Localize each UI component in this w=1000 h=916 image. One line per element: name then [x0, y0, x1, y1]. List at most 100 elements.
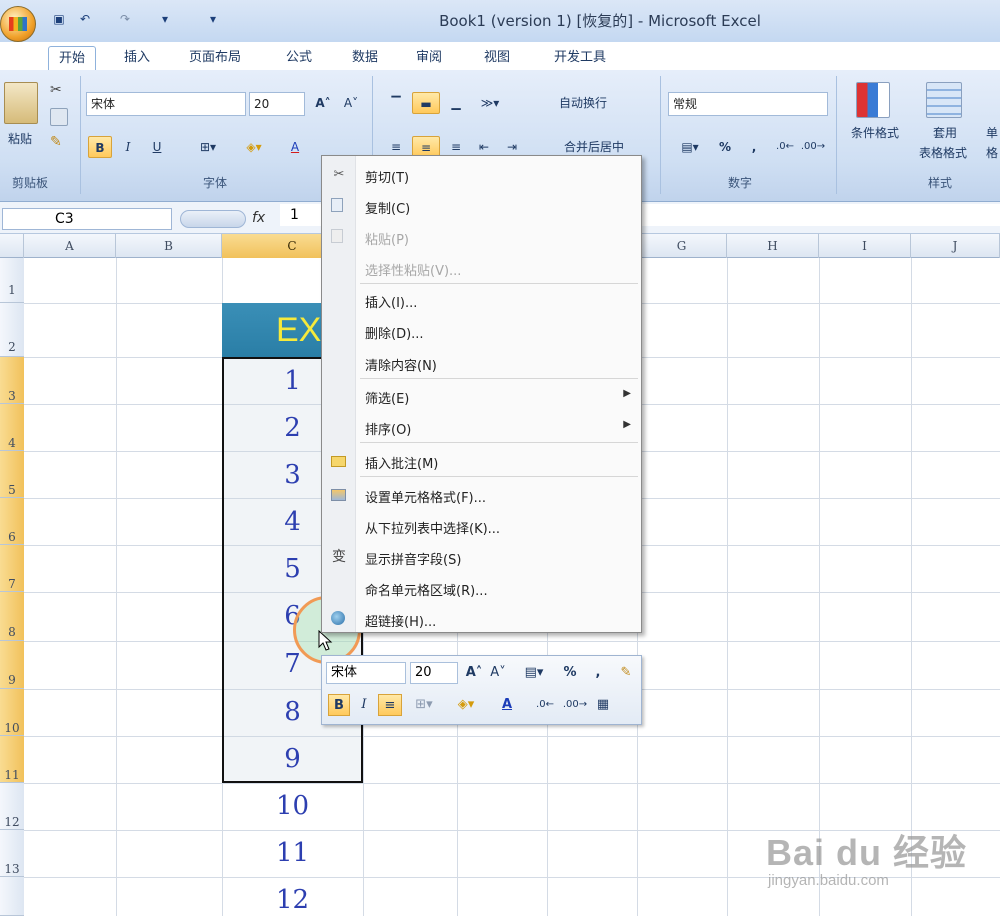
menu-item-filter[interactable]: 筛选(E) ▶	[322, 382, 641, 410]
merge-cells-icon[interactable]: ▦	[592, 694, 614, 716]
row-header-2[interactable]: 2	[0, 303, 24, 357]
row-header-9[interactable]: 9	[0, 641, 24, 689]
tab-insert[interactable]: 插入	[112, 46, 162, 70]
row-header-7[interactable]: 7	[0, 545, 24, 592]
copy-icon[interactable]	[50, 108, 68, 126]
row-header-5[interactable]: 5	[0, 451, 24, 498]
paste-button[interactable]: 粘贴	[0, 128, 40, 150]
format-as-table-label-2[interactable]: 表格格式	[906, 142, 980, 164]
conditional-formatting-button[interactable]: 条件格式	[840, 122, 910, 144]
row-header-11[interactable]: 11	[0, 736, 24, 783]
increase-decimal-icon[interactable]: .0←	[532, 694, 558, 716]
row-header-4[interactable]: 4	[0, 404, 24, 451]
column-header-b[interactable]: B	[116, 234, 222, 258]
format-painter-icon[interactable]: ✎	[616, 662, 636, 684]
paste-icon[interactable]	[4, 82, 38, 124]
conditional-formatting-icon[interactable]	[856, 82, 890, 118]
menu-item-clear-contents[interactable]: 清除内容(N)	[322, 349, 641, 377]
borders-icon[interactable]: ⊞▾	[194, 136, 222, 158]
mini-font-color-button[interactable]: A	[492, 694, 522, 716]
column-header-g[interactable]: G	[637, 234, 727, 258]
menu-item-cut[interactable]: ✂ 剪切(T)	[322, 161, 641, 189]
menu-item-pick-from-list[interactable]: 从下拉列表中选择(K)...	[322, 512, 641, 540]
format-as-table-label-1[interactable]: 套用	[920, 122, 970, 144]
column-header-i[interactable]: I	[819, 234, 911, 258]
hyperlink-icon	[331, 611, 345, 625]
row-header-12[interactable]: 12	[0, 783, 24, 830]
align-top-icon[interactable]: ▔	[382, 92, 410, 114]
font-name-field[interactable]: 宋体	[86, 92, 246, 116]
shrink-font-icon[interactable]: A˅	[340, 92, 362, 114]
mini-percent-button[interactable]: %	[560, 662, 580, 684]
insert-function-button[interactable]: fx	[252, 210, 265, 226]
select-all-corner[interactable]	[0, 234, 24, 258]
grow-font-icon[interactable]: A˄	[312, 92, 334, 114]
align-middle-icon[interactable]: ▬	[412, 92, 440, 114]
align-bottom-icon[interactable]: ▁	[442, 92, 470, 114]
decrease-decimal-icon[interactable]: .00→	[562, 694, 588, 716]
row-header-1[interactable]: 1	[0, 258, 24, 303]
tab-formulas[interactable]: 公式	[274, 46, 324, 70]
cell-value[interactable]: 11	[222, 838, 363, 868]
mini-italic-button[interactable]: I	[354, 694, 374, 716]
menu-item-delete[interactable]: 删除(D)...	[322, 317, 641, 345]
percent-button[interactable]: %	[712, 136, 738, 158]
cell-styles-label-1[interactable]: 单	[984, 122, 1000, 144]
row-header-13[interactable]: 13	[0, 830, 24, 877]
number-format-field[interactable]: 常规	[668, 92, 828, 116]
tab-data[interactable]: 数据	[340, 46, 390, 70]
accounting-icon[interactable]: ▤▾	[672, 136, 708, 158]
increase-decimal-icon[interactable]: .0←	[772, 136, 798, 158]
menu-item-sort[interactable]: 排序(O) ▶	[322, 413, 641, 441]
formula-bar-expander[interactable]	[180, 210, 246, 228]
fill-color-icon[interactable]: ◈▾	[448, 694, 484, 716]
row-header-3[interactable]: 3	[0, 357, 24, 404]
tab-home[interactable]: 开始	[48, 46, 96, 70]
menu-item-insert[interactable]: 插入(I)...	[322, 286, 641, 314]
menu-item-insert-comment[interactable]: 插入批注(M)	[322, 447, 641, 475]
cell-value[interactable]: 9	[222, 744, 363, 774]
tab-review[interactable]: 审阅	[404, 46, 454, 70]
row-header-10[interactable]: 10	[0, 689, 24, 736]
row-header-6[interactable]: 6	[0, 498, 24, 545]
menu-item-show-phonetic[interactable]: 变 显示拼音字段(S)	[322, 543, 641, 571]
column-header-j[interactable]: J	[911, 234, 1000, 258]
italic-button[interactable]: I	[118, 136, 138, 158]
tab-page-layout[interactable]: 页面布局	[180, 46, 250, 70]
decrease-decimal-icon[interactable]: .00→	[800, 136, 826, 158]
menu-item-define-name[interactable]: 命名单元格区域(R)...	[322, 574, 641, 602]
mini-font-size-field[interactable]: 20	[410, 662, 458, 684]
tab-developer[interactable]: 开发工具	[540, 46, 620, 70]
orientation-icon[interactable]: ≫▾	[472, 92, 508, 114]
accounting-icon[interactable]: ▤▾	[516, 662, 552, 684]
cell-styles-label-2[interactable]: 格	[984, 142, 1000, 164]
row-header-14[interactable]	[0, 877, 24, 916]
column-header-h[interactable]: H	[727, 234, 819, 258]
borders-icon[interactable]: ⊞▾	[406, 694, 442, 716]
mini-bold-button[interactable]: B	[328, 694, 350, 716]
grow-font-icon[interactable]: A˄	[464, 662, 484, 684]
tab-view[interactable]: 视图	[472, 46, 522, 70]
shrink-font-icon[interactable]: A˅	[488, 662, 508, 684]
name-box[interactable]: C3	[2, 208, 172, 230]
cell-value[interactable]: 10	[222, 791, 363, 821]
mini-center-icon[interactable]: ≡	[378, 694, 402, 716]
cut-icon[interactable]: ✂	[50, 82, 68, 100]
mini-comma-button[interactable]: ,	[590, 662, 606, 684]
menu-item-format-cells[interactable]: 设置单元格格式(F)...	[322, 481, 641, 509]
format-painter-icon[interactable]: ✎	[50, 134, 68, 152]
format-as-table-icon[interactable]	[926, 82, 962, 118]
row-header-8[interactable]: 8	[0, 592, 24, 641]
comma-button[interactable]: ,	[744, 136, 764, 158]
font-size-field[interactable]: 20	[249, 92, 305, 116]
fill-color-icon[interactable]: ◈▾	[236, 136, 272, 158]
mini-font-name-field[interactable]: 宋体	[326, 662, 406, 684]
column-header-a[interactable]: A	[24, 234, 116, 258]
underline-button[interactable]: U	[146, 136, 168, 158]
menu-item-hyperlink[interactable]: 超链接(H)...	[322, 605, 641, 633]
bold-button[interactable]: B	[88, 136, 112, 158]
wrap-text-button[interactable]: 自动换行	[538, 92, 628, 114]
font-color-button[interactable]: A	[280, 136, 310, 158]
menu-item-copy[interactable]: 复制(C)	[322, 192, 641, 220]
cell-value[interactable]: 12	[222, 885, 363, 915]
